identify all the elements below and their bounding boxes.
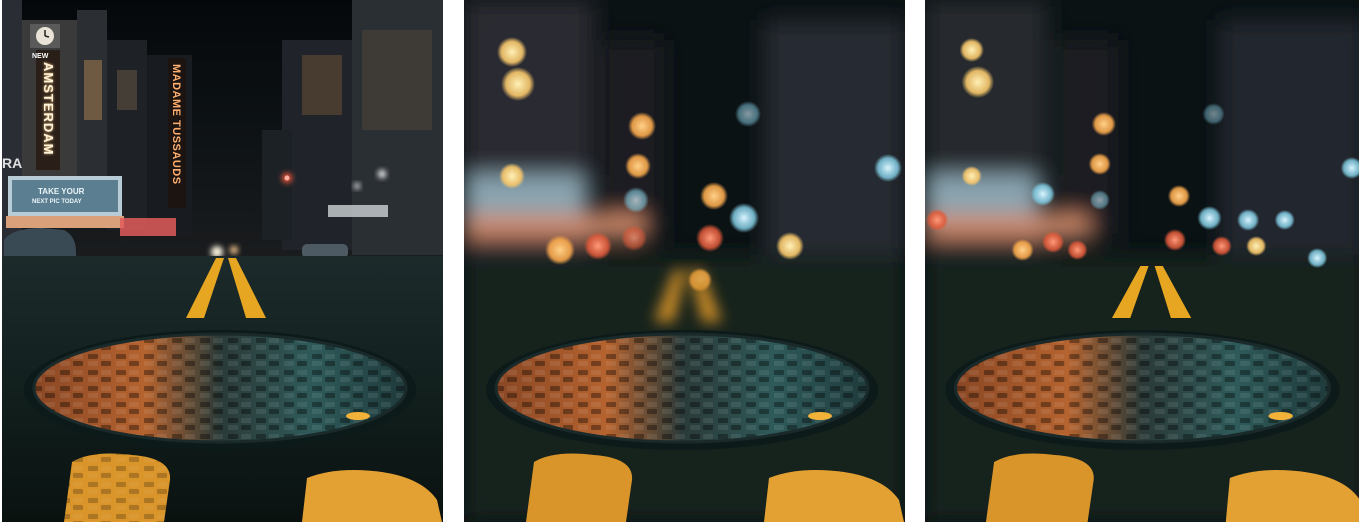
billboard-line-1: TAKE YOUR — [38, 187, 85, 196]
sign-amsterdam-core: AMSTERDAM — [41, 62, 56, 156]
blurred-scene — [464, 0, 905, 522]
street-scene: NEW AMSTERDAM AMSTERDAM RA MADAME TUSSAU… — [2, 0, 443, 522]
sign-new: NEW — [32, 53, 49, 60]
manhole-cover — [945, 330, 1340, 450]
clock-icon — [30, 24, 60, 48]
bokeh-scene — [925, 0, 1359, 522]
manhole-cover — [486, 330, 878, 450]
madame-tussauds-sign: MADAME TUSSAUDS — [168, 58, 186, 208]
billboard-line-2: NEXT PIC TODAY — [32, 199, 82, 205]
street-photo-bokeh — [925, 0, 1359, 522]
sign-madame-tussauds: MADAME TUSSAUDS — [170, 64, 182, 185]
manhole-cover — [24, 330, 416, 450]
street-photo-blurred — [464, 0, 905, 522]
sign-ra: RA — [2, 155, 22, 171]
street-photo-sharp: NEW AMSTERDAM AMSTERDAM RA MADAME TUSSAU… — [2, 0, 443, 522]
amsterdam-sign: NEW AMSTERDAM AMSTERDAM — [32, 50, 60, 170]
